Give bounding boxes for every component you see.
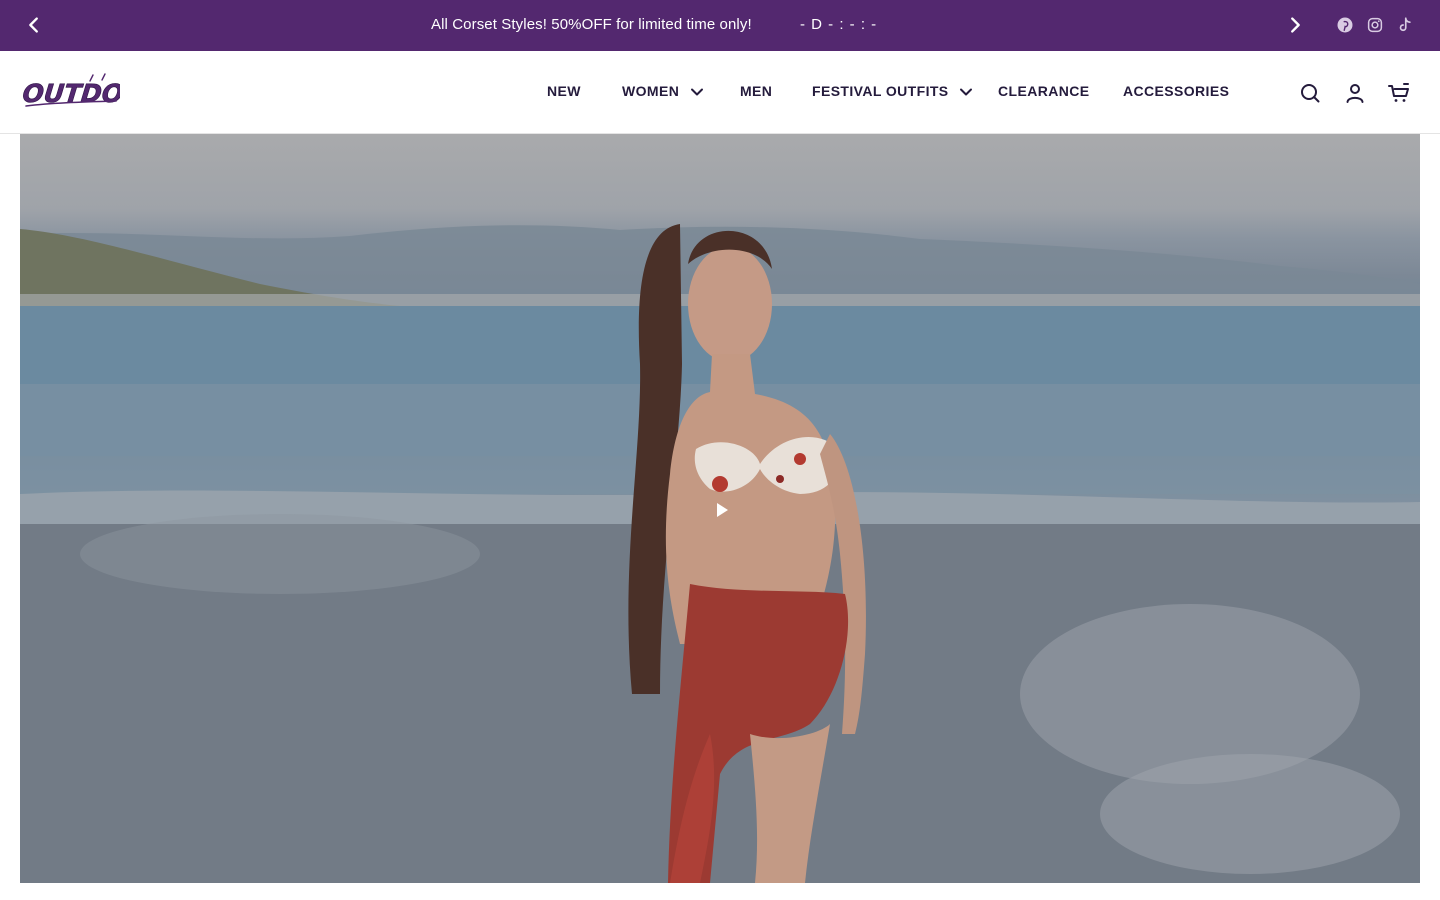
nav-item-label: CLEARANCE	[998, 83, 1090, 99]
chevron-down-icon	[690, 85, 704, 99]
pinterest-icon[interactable]	[1336, 16, 1354, 34]
site-header: OUTDOLL NEW WOMEN MEN FESTIVAL OUTFITS C…	[0, 51, 1440, 134]
nav-item-label: FESTIVAL OUTFITS	[812, 83, 949, 99]
account-icon[interactable]	[1343, 81, 1367, 105]
nav-item-clearance[interactable]: CLEARANCE	[998, 83, 1090, 99]
nav-item-label: NEW	[547, 83, 581, 99]
chevron-left-icon[interactable]	[23, 14, 45, 36]
cart-icon[interactable]	[1387, 81, 1411, 105]
nav-item-label: MEN	[740, 83, 773, 99]
search-icon[interactable]	[1298, 81, 1322, 105]
logo-text: OUTDOLL	[21, 79, 120, 108]
nav-item-new[interactable]: NEW	[547, 83, 581, 99]
instagram-icon[interactable]	[1366, 16, 1384, 34]
logo[interactable]: OUTDOLL	[20, 71, 157, 113]
announcement-message[interactable]: All Corset Styles! 50%OFF for limited ti…	[431, 16, 752, 33]
nav-item-men[interactable]: MEN	[740, 83, 772, 99]
nav-item-festival-outfits[interactable]: FESTIVAL OUTFITS	[812, 83, 973, 99]
chevron-right-icon[interactable]	[1284, 14, 1306, 36]
tiktok-icon[interactable]	[1396, 16, 1414, 34]
announcement-bar: All Corset Styles! 50%OFF for limited ti…	[0, 0, 1440, 51]
nav-item-accessories[interactable]: ACCESSORIES	[1123, 83, 1229, 99]
nav-item-women[interactable]: WOMEN	[622, 83, 704, 99]
nav-item-label: WOMEN	[622, 83, 680, 99]
hero-video[interactable]	[20, 134, 1420, 883]
chevron-down-icon	[959, 85, 973, 99]
play-icon[interactable]	[712, 500, 732, 520]
countdown-timer: - D - : - : -	[800, 16, 878, 33]
nav-item-label: ACCESSORIES	[1123, 83, 1230, 99]
